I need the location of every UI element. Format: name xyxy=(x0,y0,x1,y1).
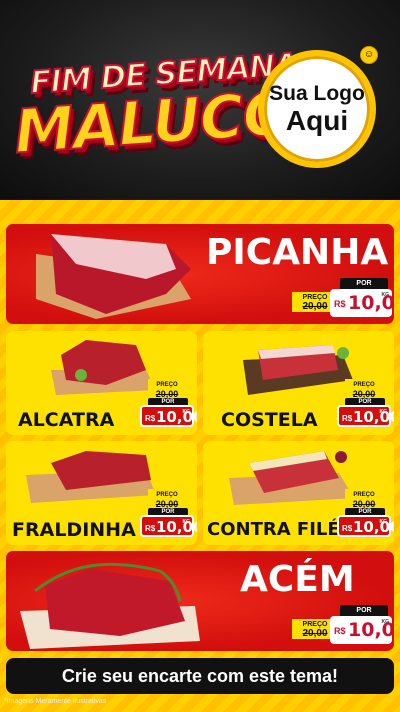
unit: KG xyxy=(381,619,390,625)
currency: R$ xyxy=(334,299,346,309)
fraldinha-image xyxy=(26,451,156,503)
new-price-box: R$ 10,00 KG xyxy=(330,616,394,644)
currency: R$ xyxy=(342,414,353,423)
product-name: ALCATRA xyxy=(18,409,115,431)
product-card-picanha[interactable]: PICANHA POR PREÇO 20,00 R$ 10,00 KG xyxy=(6,224,394,324)
logo-placeholder[interactable]: Sua Logo Aqui xyxy=(258,50,376,168)
new-price-box: R$ 10,00 KG xyxy=(330,289,394,317)
currency: R$ xyxy=(145,414,156,423)
picanha-image xyxy=(36,234,191,319)
preco-label: PREÇO xyxy=(156,492,178,498)
old-price-box: PREÇO 20,00 xyxy=(345,379,383,399)
logo-text-line-1: Sua Logo xyxy=(269,82,365,105)
unit: KG xyxy=(379,409,388,415)
product-card-fraldinha[interactable]: FRALDINHA PREÇO 20,00 POR R$ 10,00 KG xyxy=(6,441,197,545)
new-price-box: R$ 10,00 KG xyxy=(337,515,394,537)
price-tag: POR PREÇO 20,00 R$ 10,00 KG xyxy=(292,605,394,651)
unit: KG xyxy=(379,519,388,525)
price-tag: PREÇO 20,00 POR R$ 10,00 KG xyxy=(140,489,197,537)
new-price-box: R$ 10,00 KG xyxy=(337,405,394,427)
unit: KG xyxy=(182,409,191,415)
wink-emoji-icon: ☺ xyxy=(360,46,378,64)
new-price: 10,00 xyxy=(156,518,197,536)
new-price: 10,00 xyxy=(156,408,197,426)
currency: R$ xyxy=(342,524,353,533)
unit: KG xyxy=(182,519,191,525)
header-banner: FIM DE SEMANA MALUCO Sua Logo Aqui ☺ xyxy=(0,0,400,200)
product-card-costela[interactable]: COSTELA PREÇO 20,00 POR R$ 10,00 KG xyxy=(203,331,394,435)
preco-label: PREÇO xyxy=(156,382,178,388)
currency: R$ xyxy=(334,626,346,636)
preco-label: PREÇO xyxy=(353,382,375,388)
product-name: FRALDINHA xyxy=(12,519,136,541)
price-tag: POR PREÇO 20,00 R$ 10,00 KG xyxy=(292,278,394,324)
new-price-box: R$ 10,00 KG xyxy=(140,515,197,537)
price-tag: PREÇO 20,00 POR R$ 10,00 KG xyxy=(337,379,394,427)
new-price: 10,00 xyxy=(353,518,394,536)
product-card-acem[interactable]: ACÉM POR PREÇO 20,00 R$ 10,00 KG xyxy=(6,551,394,651)
currency: R$ xyxy=(145,524,156,533)
price-tag: PREÇO 20,00 POR R$ 10,00 KG xyxy=(140,379,197,427)
preco-label: PREÇO xyxy=(353,492,375,498)
disclaimer-text: *Imagens Meramente Ilustrativas xyxy=(4,698,107,705)
price-tag: PREÇO 20,00 POR R$ 10,00 KG xyxy=(337,489,394,537)
acem-image xyxy=(20,562,200,649)
new-price: 10,00 xyxy=(353,408,394,426)
product-name: COSTELA xyxy=(221,409,318,431)
logo-text-line-2: Aqui xyxy=(285,105,349,136)
por-label: POR xyxy=(340,278,388,289)
product-card-contra-file[interactable]: CONTRA FILÉ PREÇO 20,00 POR R$ 10,00 KG xyxy=(203,441,394,545)
old-price-box: PREÇO 20,00 xyxy=(148,379,186,399)
por-label: POR xyxy=(340,605,388,616)
cta-banner[interactable]: Crie seu encarte com este tema! xyxy=(6,658,394,694)
new-price-box: R$ 10,00 KG xyxy=(140,405,197,427)
product-card-alcatra[interactable]: ALCATRA PREÇO 20,00 POR R$ 10,00 KG xyxy=(6,331,197,435)
product-name: PICANHA xyxy=(206,232,389,273)
product-name: ACÉM xyxy=(240,559,355,600)
old-price-box: PREÇO 20,00 xyxy=(148,489,186,509)
unit: KG xyxy=(381,292,390,298)
old-price-box: PREÇO 20,00 xyxy=(345,489,383,509)
product-name: CONTRA FILÉ xyxy=(207,519,340,540)
